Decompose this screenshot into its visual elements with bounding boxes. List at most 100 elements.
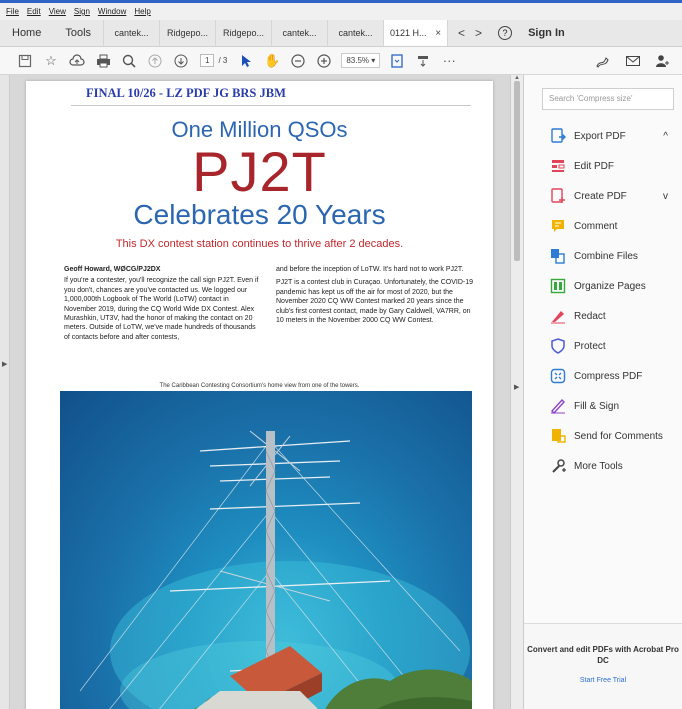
zoom-dropdown[interactable]: 83.5% ▾ bbox=[341, 53, 381, 68]
redact-icon bbox=[550, 308, 566, 324]
combine-files-icon bbox=[550, 248, 566, 264]
next-page-icon[interactable] bbox=[168, 50, 194, 72]
article-column-1: Geoff Howard, WØCG/PJ2DX If you're a con… bbox=[64, 265, 262, 346]
chevron-up-icon[interactable]: ^ bbox=[663, 131, 668, 142]
print-icon[interactable] bbox=[90, 50, 116, 72]
tool-fill-sign[interactable]: Fill & Sign bbox=[524, 391, 682, 421]
save-icon[interactable] bbox=[12, 50, 38, 72]
document-tab[interactable]: Ridgepo... bbox=[159, 20, 215, 46]
menu-edit[interactable]: Edit bbox=[27, 7, 41, 16]
tool-protect[interactable]: Protect bbox=[524, 331, 682, 361]
tool-send-for-comments[interactable]: Send for Comments bbox=[524, 421, 682, 451]
tools-search-input[interactable]: Search 'Compress size' bbox=[542, 88, 674, 110]
expand-left-icon: ▶ bbox=[2, 361, 8, 368]
tab-scroll-left-icon[interactable]: < bbox=[458, 26, 465, 40]
active-document-tab[interactable]: 0121 H... × bbox=[383, 20, 448, 46]
email-icon[interactable] bbox=[620, 50, 646, 72]
pdf-page: FINAL 10/26 - LZ PDF JG BRS JBM One Mill… bbox=[26, 81, 493, 709]
close-tab-icon[interactable]: × bbox=[435, 28, 441, 39]
article-column-2: and before the inception of LoTW. It's h… bbox=[276, 265, 474, 329]
pro-promo: Convert and edit PDFs with Acrobat Pro D… bbox=[524, 623, 682, 709]
tool-compress-pdf[interactable]: Compress PDF bbox=[524, 361, 682, 391]
more-tools-icon bbox=[550, 458, 566, 474]
sign-pen-icon[interactable] bbox=[590, 50, 616, 72]
comment-icon bbox=[550, 218, 566, 234]
article-paragraph: and before the inception of LoTW. It's h… bbox=[276, 266, 464, 273]
previous-page-icon[interactable] bbox=[142, 50, 168, 72]
article-deck: This DX contest station continues to thr… bbox=[115, 238, 404, 250]
document-tab[interactable]: Ridgepo... bbox=[215, 20, 271, 46]
tool-label: Combine Files bbox=[574, 250, 638, 262]
tools-tab[interactable]: Tools bbox=[53, 20, 103, 46]
tool-edit-pdf[interactable]: Edit PDF bbox=[524, 151, 682, 181]
article-byline: Geoff Howard, WØCG/PJ2DX bbox=[64, 266, 161, 273]
select-cursor-icon[interactable] bbox=[233, 50, 259, 72]
left-panel-toggle[interactable]: ▶ bbox=[0, 75, 10, 709]
menu-window[interactable]: Window bbox=[98, 7, 126, 16]
active-tab-label: 0121 H... bbox=[390, 28, 427, 38]
zoom-in-icon[interactable] bbox=[311, 50, 337, 72]
menu-sign[interactable]: Sign bbox=[74, 7, 90, 16]
headline-callsign: PJ2T bbox=[192, 140, 327, 203]
panel-splitter[interactable]: ▲ ▶ bbox=[510, 75, 524, 709]
hand-tool-icon[interactable]: ✋ bbox=[259, 50, 285, 72]
tool-label: Organize Pages bbox=[574, 280, 646, 292]
fill-sign-icon bbox=[550, 398, 566, 414]
document-viewport[interactable]: FINAL 10/26 - LZ PDF JG BRS JBM One Mill… bbox=[10, 75, 510, 709]
tools-list: Export PDF ^ Edit PDF Create PDF v Comme… bbox=[524, 121, 682, 481]
zoom-out-icon[interactable] bbox=[285, 50, 311, 72]
page-indicator: 1 / 3 bbox=[200, 54, 227, 67]
tab-scroll: < > bbox=[447, 20, 492, 46]
menu-file[interactable]: File bbox=[6, 7, 19, 16]
promo-title: Convert and edit PDFs with Acrobat Pro D… bbox=[527, 645, 679, 665]
page-fit-icon[interactable] bbox=[384, 50, 410, 72]
tool-combine-files[interactable]: Combine Files bbox=[524, 241, 682, 271]
tool-label: Protect bbox=[574, 340, 606, 352]
tools-panel: Search 'Compress size' Export PDF ^ Edit… bbox=[524, 75, 682, 709]
header-rule bbox=[71, 105, 471, 106]
chevron-down-icon[interactable]: v bbox=[663, 191, 668, 202]
document-tab[interactable]: cantek... bbox=[103, 20, 159, 46]
document-tab[interactable]: cantek... bbox=[271, 20, 327, 46]
tool-redact[interactable]: Redact bbox=[524, 301, 682, 331]
menu-bar: File Edit View Sign Window Help bbox=[0, 0, 682, 20]
tool-export-pdf[interactable]: Export PDF ^ bbox=[524, 121, 682, 151]
more-options-icon[interactable]: ··· bbox=[436, 50, 462, 72]
document-scrollbar[interactable] bbox=[514, 81, 520, 261]
sign-in-button[interactable]: Sign In bbox=[518, 20, 575, 46]
article-paragraph: If you're a contester, you'll recognize … bbox=[64, 277, 259, 341]
tool-comment[interactable]: Comment bbox=[524, 211, 682, 241]
help-button[interactable]: ? bbox=[492, 20, 518, 46]
page-number-input[interactable]: 1 bbox=[200, 54, 215, 67]
export-pdf-icon bbox=[550, 128, 566, 144]
headline-celebrates: Celebrates 20 Years bbox=[133, 199, 386, 230]
scroll-mode-icon[interactable] bbox=[410, 50, 436, 72]
home-tab[interactable]: Home bbox=[0, 20, 53, 46]
tool-label: Comment bbox=[574, 220, 618, 232]
bookmark-star-icon[interactable]: ☆ bbox=[38, 50, 64, 72]
menu-view[interactable]: View bbox=[49, 7, 66, 16]
tab-scroll-right-icon[interactable]: > bbox=[475, 26, 482, 40]
final-version-line: FINAL 10/26 - LZ PDF JG BRS JBM bbox=[86, 86, 286, 100]
tool-more-tools[interactable]: More Tools bbox=[524, 451, 682, 481]
tool-label: Fill & Sign bbox=[574, 400, 620, 412]
send-for-comments-icon bbox=[550, 428, 566, 444]
organize-pages-icon bbox=[550, 278, 566, 294]
tool-label: Send for Comments bbox=[574, 430, 663, 442]
search-icon[interactable] bbox=[116, 50, 142, 72]
toolbar-right bbox=[590, 50, 682, 72]
article-paragraph: PJ2T is a contest club in Curaçao. Unfor… bbox=[276, 279, 474, 325]
compress-pdf-icon bbox=[550, 368, 566, 384]
start-free-trial-link[interactable]: Start Free Trial bbox=[524, 677, 682, 684]
zoom-value: 83.5% bbox=[346, 56, 370, 65]
collapse-right-panel-icon[interactable]: ▶ bbox=[514, 383, 519, 391]
document-tab[interactable]: cantek... bbox=[327, 20, 383, 46]
edit-pdf-icon bbox=[550, 158, 566, 174]
menu-help[interactable]: Help bbox=[134, 7, 150, 16]
tool-label: Edit PDF bbox=[574, 160, 615, 172]
tool-organize-pages[interactable]: Organize Pages bbox=[524, 271, 682, 301]
tab-bar: Home Tools cantek... Ridgepo... Ridgepo.… bbox=[0, 20, 682, 47]
tool-create-pdf[interactable]: Create PDF v bbox=[524, 181, 682, 211]
add-user-icon[interactable] bbox=[650, 50, 676, 72]
upload-cloud-icon[interactable] bbox=[64, 50, 90, 72]
